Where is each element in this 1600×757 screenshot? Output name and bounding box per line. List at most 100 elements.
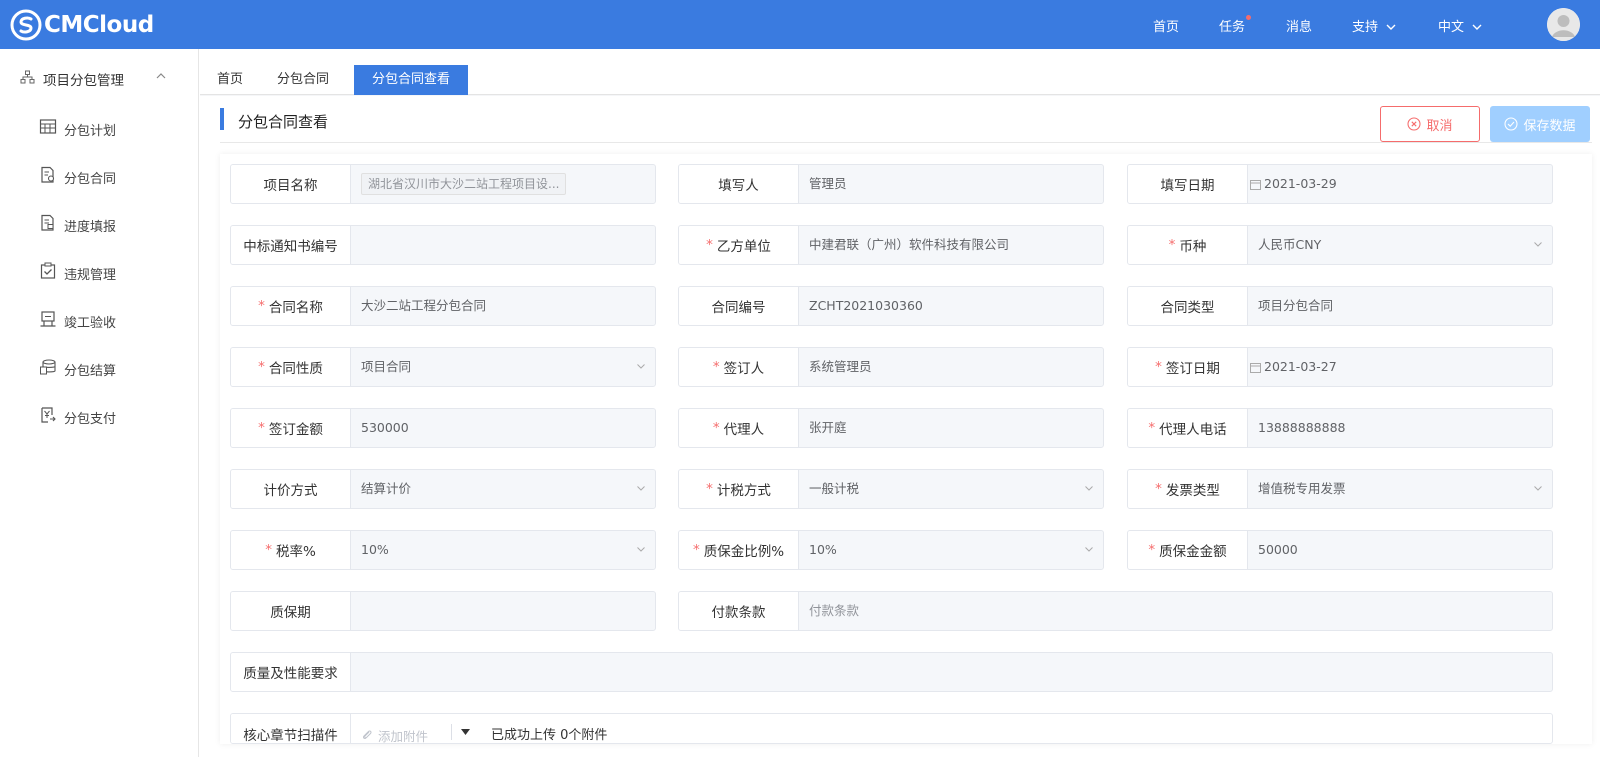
field-value[interactable]: 中建君联（广州）软件科技有限公司 [809, 226, 1009, 264]
field-value[interactable]: ZCHT2021030360 [809, 287, 923, 325]
field-value[interactable]: 系统管理员 [809, 348, 872, 386]
field-filler: 填写人 管理员 [678, 164, 1104, 204]
nav-support[interactable]: 支持 [1352, 16, 1396, 35]
avatar[interactable] [1547, 8, 1580, 41]
label-text: 代理人 [723, 422, 765, 438]
sidebar-item-label: 分包支付 [64, 412, 117, 427]
nav-tasks-label: 任务 [1219, 20, 1246, 35]
cmcloud-logo-icon [10, 9, 42, 41]
checklist-icon [40, 262, 56, 279]
select-value: 结算计价 [361, 481, 412, 496]
logo-text: CMCloud [44, 12, 154, 38]
field-agent: * 代理人 张开庭 [678, 408, 1104, 448]
date-input[interactable]: 2021-03-27 [1250, 348, 1337, 386]
field-label: 填写日期 [1128, 165, 1248, 203]
field-tax-method[interactable]: * 计税方式 一般计税 [678, 469, 1104, 509]
required-mark: * [692, 542, 700, 558]
select-value: 人民币CNY [1258, 237, 1322, 252]
field-retention-ratio[interactable]: * 质保金比例% 10% [678, 530, 1104, 570]
required-mark: * [712, 420, 720, 436]
field-value[interactable]: 大沙二站工程分包合同 [361, 287, 486, 325]
add-attachment-button[interactable]: 添加附件 [361, 726, 428, 743]
tab-subcontract[interactable]: 分包合同 [270, 65, 336, 95]
caret-down-icon[interactable] [461, 729, 470, 735]
field-invoice-type[interactable]: * 发票类型 增值税专用发票 [1127, 469, 1553, 509]
tab-subcontract-view[interactable]: 分包合同查看 [354, 65, 468, 95]
field-label: * 合同名称 [231, 287, 351, 325]
date-input[interactable]: 2021-03-29 [1250, 165, 1337, 203]
upload-status: 已成功上传 0个附件 [491, 728, 608, 743]
label-text: 合同名称 [268, 300, 323, 316]
nav-language-label: 中文 [1438, 20, 1465, 35]
field-label: 计价方式 [231, 470, 351, 508]
payment-icon [41, 407, 56, 423]
field-pricing-method[interactable]: 计价方式 结算计价 [230, 469, 656, 509]
logo[interactable]: CMCloud [10, 9, 154, 41]
field-value[interactable]: 张开庭 [809, 409, 847, 447]
sidebar-item-progress[interactable]: 进度填报 [0, 201, 199, 249]
chevron-down-icon [637, 364, 645, 369]
notification-dot [1246, 15, 1252, 20]
chevron-down-icon [1472, 24, 1482, 30]
field-tax-rate[interactable]: * 税率% 10% [230, 530, 656, 570]
field-value[interactable]: 项目分包合同 [1258, 287, 1333, 325]
cancel-button[interactable]: 取消 [1380, 106, 1480, 142]
field-label: * 签订日期 [1128, 348, 1248, 386]
field-value[interactable]: 530000 [361, 409, 409, 447]
select-value: 一般计税 [809, 481, 860, 496]
field-contract-type: 合同类型 项目分包合同 [1127, 286, 1553, 326]
sidebar-group-header[interactable]: 项目分包管理 [0, 49, 199, 105]
field-value[interactable]: 50000 [1258, 531, 1298, 569]
field-payment-terms: 付款条款 付款条款 [678, 591, 1553, 631]
top-bar: CMCloud 首页 任务 消息 支持 中文 [0, 0, 1600, 49]
date-value: 2021-03-29 [1264, 176, 1337, 191]
field-label: 合同编号 [679, 287, 799, 325]
table-icon [39, 119, 57, 134]
field-value[interactable]: 13888888888 [1258, 409, 1345, 447]
sidebar-item-settlement[interactable]: 分包结算 [0, 345, 199, 393]
required-mark: * [712, 359, 720, 375]
chevron-down-icon [637, 547, 645, 552]
payment-terms-input[interactable]: 付款条款 [809, 592, 859, 630]
field-label: * 计税方式 [679, 470, 799, 508]
field-contract-nature[interactable]: * 合同性质 项目合同 [230, 347, 656, 387]
field-label: * 税率% [231, 531, 351, 569]
main-area: 首页 分包合同 分包合同查看 分包合同查看 取消 保存数据 项目名称 湖北省汉川… [200, 49, 1600, 757]
field-label: * 签订人 [679, 348, 799, 386]
label-text: 代理人电话 [1159, 422, 1227, 438]
user-icon [1547, 8, 1580, 41]
required-mark: * [258, 420, 265, 436]
field-value[interactable]: 管理员 [809, 165, 847, 203]
sidebar-item-acceptance[interactable]: 竣工验收 [0, 297, 199, 345]
label-text: 签订日期 [1165, 361, 1220, 377]
sidebar-item-contract[interactable]: 分包合同 [0, 153, 199, 201]
field-currency[interactable]: * 币种 人民币CNY [1127, 225, 1553, 265]
label-text: 质保金金额 [1159, 544, 1227, 560]
sidebar-item-label: 违规管理 [64, 268, 117, 283]
sidebar-item-violation[interactable]: 违规管理 [0, 249, 199, 297]
field-retention-amount: * 质保金金额 50000 [1127, 530, 1553, 570]
save-button[interactable]: 保存数据 [1490, 106, 1590, 142]
progress-report-icon [41, 214, 54, 231]
nav-language[interactable]: 中文 [1438, 16, 1482, 35]
field-label: 核心章节扫描件 [231, 714, 351, 743]
select-value: 项目合同 [361, 359, 412, 374]
field-label: * 合同性质 [231, 348, 351, 386]
coins-icon [40, 359, 56, 375]
sidebar-item-plan[interactable]: 分包计划 [0, 105, 199, 153]
sidebar: 项目分包管理 分包计划 分包合同 进度填报 违规管理 竣工验收 分包结算 分包支… [0, 49, 199, 757]
sidebar-item-payment[interactable]: 分包支付 [0, 393, 199, 441]
field-quality-requirements: 质量及性能要求 [230, 652, 1553, 692]
required-mark: * [258, 298, 265, 314]
nav-tasks[interactable]: 任务 [1219, 15, 1252, 35]
chevron-down-icon [1534, 242, 1542, 247]
tab-home[interactable]: 首页 [210, 65, 250, 95]
chevron-down-icon [1386, 24, 1396, 30]
nav-messages[interactable]: 消息 [1286, 16, 1312, 35]
project-tag[interactable]: 湖北省汉川市大沙二站工程项目设... [361, 173, 567, 195]
nav-home[interactable]: 首页 [1153, 16, 1179, 35]
required-mark: * [1148, 542, 1156, 558]
chevron-up-icon [156, 73, 166, 79]
sidebar-item-label: 分包计划 [64, 124, 117, 139]
field-label: 填写人 [679, 165, 799, 203]
